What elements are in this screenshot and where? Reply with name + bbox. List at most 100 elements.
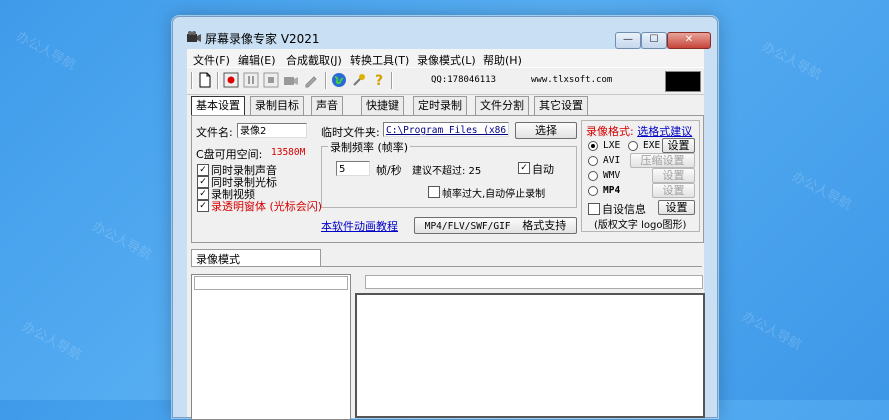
pen-icon[interactable] [303,72,319,88]
format-exe-radio[interactable] [628,141,638,151]
watermark: 办公人导航 [759,39,824,84]
recording-list[interactable] [191,274,351,420]
fps-unit: 帧/秒 [376,164,402,177]
website-text: www.tlxsoft.com [531,75,613,85]
record-list-area [191,266,705,420]
frame-rate-title: 录制频率 (帧率) [328,139,411,155]
minimize-button[interactable]: — [615,32,641,49]
self-info-label: 自设信息 [602,203,646,216]
watermark: 办公人导航 [89,219,154,264]
self-info-checkbox[interactable] [588,203,600,215]
basic-settings-panel: 文件名: 录像2 临时文件夹: C:\Program Files (x86)\ … [191,115,704,243]
help-icon[interactable]: ? [371,72,387,88]
select-folder-button[interactable]: 选择 [515,122,577,139]
new-file-icon[interactable] [197,72,213,88]
preview-toolbar [365,275,703,289]
tab-other[interactable]: 其它设置 [534,96,588,115]
format-avi-label: AVI [603,155,621,166]
tutorial-link[interactable]: 本软件动画教程 [321,218,398,234]
fps-suggestion: 建议不超过: 25 [412,166,482,177]
tab-record-mode[interactable]: 录像模式 [191,249,321,267]
lxe-settings-button[interactable]: 设置 [662,138,695,153]
menu-help[interactable]: 帮助(H) [483,52,522,68]
svg-text:?: ? [375,73,383,88]
disk-space-label: C盘可用空间: [196,148,263,161]
format-mp4-label: MP4 [603,185,621,196]
temp-folder-input[interactable]: C:\Program Files (x86)\ [383,122,509,137]
transparent-window-label: 录透明窗体 (光标会闪) [211,200,323,213]
tab-timer[interactable]: 定时录制 [413,96,467,115]
temp-folder-label: 临时文件夹: [321,126,380,139]
format-exe-label: EXE [643,140,661,151]
tab-split[interactable]: 文件分割 [475,96,529,115]
record-cursor-checkbox[interactable]: ✓ [197,176,209,188]
client-area: 文件(F) 编辑(E) 合成截取(J) 转换工具(T) 录像模式(L) 帮助(H… [187,49,705,420]
menu-bar: 文件(F) 编辑(E) 合成截取(J) 转换工具(T) 录像模式(L) 帮助(H… [187,49,704,67]
format-title: 录像格式: 选格式建议 [586,123,692,139]
format-title-text: 录像格式: [586,125,634,138]
format-lxe-radio[interactable] [588,141,598,151]
menu-convert[interactable]: 转换工具(T) [350,52,409,68]
filename-label: 文件名: [196,126,233,139]
watermark: 办公人导航 [789,169,854,214]
toolbar-separator [191,72,193,89]
menu-compose[interactable]: 合成截取(J) [286,52,342,68]
format-advice-link[interactable]: 选格式建议 [637,125,692,138]
format-group: 录像格式: 选格式建议 LXE EXE 设置 AVI 压缩设置 WMV 设置 M… [581,120,700,232]
compress-settings-button[interactable]: 压缩设置 [630,153,695,168]
tab-sound[interactable]: 声音 [311,96,343,115]
preview-area[interactable] [355,293,705,418]
self-info-settings-button[interactable]: 设置 [658,200,695,215]
record-icon[interactable] [223,72,239,88]
watermark: 办公人导航 [739,309,804,354]
watermark: 办公人导航 [19,319,84,364]
format-wmv-radio[interactable] [588,171,598,181]
camera-icon[interactable] [283,72,299,88]
auto-stop-label: 帧率过大,自动停止录制 [442,189,546,200]
auto-fps-checkbox[interactable]: ✓ [518,162,530,174]
tab-basic[interactable]: 基本设置 [191,96,245,115]
recording-list-header [194,276,348,290]
mp4-settings-button[interactable]: 设置 [652,183,695,198]
qq-contact: QQ:178046113 [431,75,497,85]
close-button[interactable]: ✕ [667,32,711,49]
toolbar: ? QQ:178046113 www.tlxsoft.com [187,67,704,95]
toolbar-separator [217,72,219,89]
wmv-settings-button[interactable]: 设置 [652,168,695,183]
format-mp4-radio[interactable] [588,186,598,196]
toolbar-separator [325,72,327,89]
format-wmv-label: WMV [603,170,621,181]
auto-stop-checkbox[interactable] [428,186,440,198]
preview-thumbnail [665,71,701,92]
logo-note: (版权文字 logo图形) [594,220,687,231]
format-support-formats: MP4/FLV/SWF/GIF [424,221,511,232]
app-window: 屏幕录像专家 V2021 — ☐ ✕ 文件(F) 编辑(E) 合成截取(J) 转… [172,16,718,420]
format-lxe-label: LXE [603,140,621,151]
transparent-window-checkbox[interactable]: ✓ [197,200,209,212]
stop-icon[interactable] [263,72,279,88]
window-title: 屏幕录像专家 V2021 [205,32,320,46]
frame-rate-group: 录制频率 (帧率) 5 帧/秒 建议不超过: 25 ✓ 自动 帧率过大,自动停止… [321,139,577,208]
menu-edit[interactable]: 编辑(E) [238,52,276,68]
filename-input[interactable]: 录像2 [237,123,307,138]
title-bar[interactable]: 屏幕录像专家 V2021 — ☐ ✕ [179,25,711,49]
disk-space-value: 13580M [271,147,306,158]
camera-icon [187,31,201,42]
menu-file[interactable]: 文件(F) [193,52,230,68]
tab-hotkey[interactable]: 快捷键 [361,96,404,115]
format-support-button[interactable]: MP4/FLV/SWF/GIF 格式支持 [414,217,577,234]
record-video-checkbox[interactable]: ✓ [197,188,209,200]
pause-icon[interactable] [243,72,259,88]
format-avi-radio[interactable] [588,156,598,166]
tab-target[interactable]: 录制目标 [250,96,304,115]
maximize-button[interactable]: ☐ [641,32,667,49]
record-sound-checkbox[interactable]: ✓ [197,164,209,176]
tools-icon[interactable] [351,72,367,88]
globe-icon[interactable] [331,72,347,88]
auto-fps-label: 自动 [532,163,554,176]
toolbar-separator [391,72,393,89]
fps-input[interactable]: 5 [336,161,370,176]
menu-record-mode[interactable]: 录像模式(L) [417,52,476,68]
watermark: 办公人导航 [13,29,78,74]
format-support-suffix: 格式支持 [522,219,567,232]
